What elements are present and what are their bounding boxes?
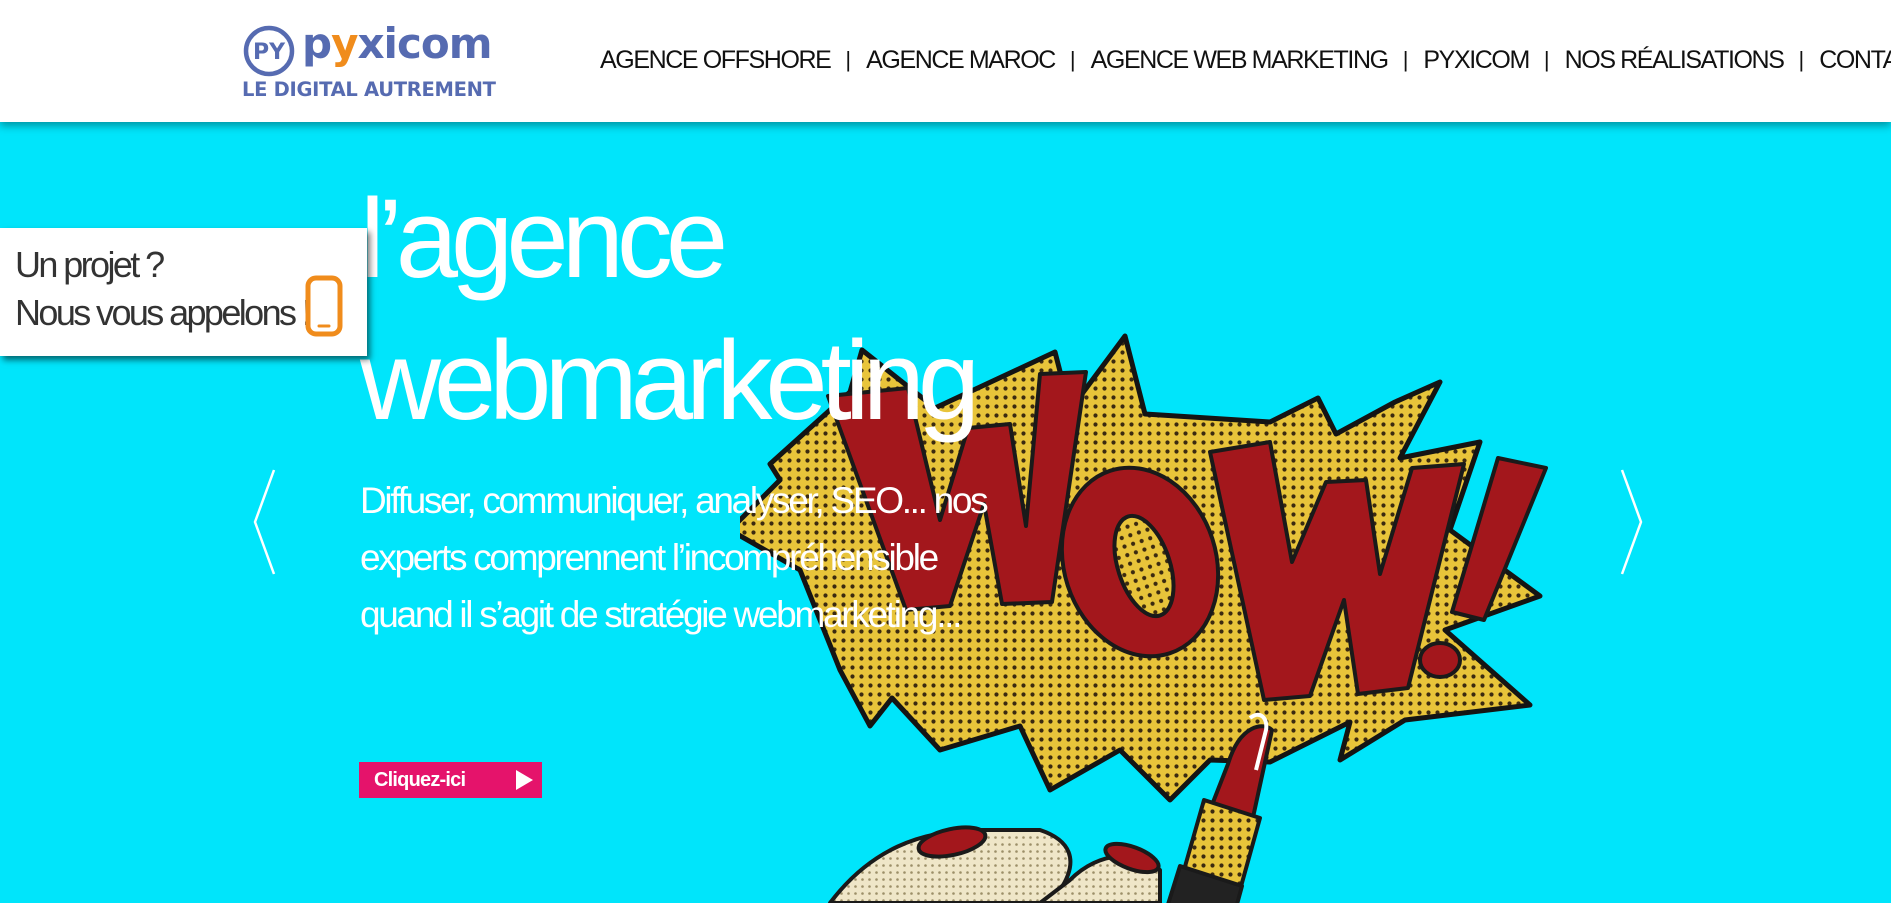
cliquez-ici-button[interactable]: Cliquez-ici bbox=[359, 762, 542, 798]
main-nav: AGENCE OFFSHORE | AGENCE MAROC | AGENCE … bbox=[600, 42, 1891, 78]
logo-wordmark-p: p bbox=[302, 19, 332, 68]
nav-separator: | bbox=[1402, 47, 1409, 72]
hero-description: Diffuser, communiquer, analyser, SEO... … bbox=[360, 480, 989, 635]
logo-wordmark: pyxicom bbox=[302, 18, 492, 70]
logo-badge-icon: PY bbox=[243, 25, 295, 77]
nav-separator: | bbox=[1798, 47, 1805, 72]
nav-agence-maroc[interactable]: AGENCE MAROC bbox=[866, 46, 1056, 75]
site-header: PY pyxicom LE DIGITAL AUTREMENT AGENCE O… bbox=[0, 0, 1891, 122]
pyxicom-logo[interactable]: PY pyxicom LE DIGITAL AUTREMENT bbox=[240, 19, 500, 102]
logo-badge-text: PY bbox=[253, 40, 286, 65]
nav-pyxicom[interactable]: PYXICOM bbox=[1423, 46, 1530, 75]
slider-prev-arrow-icon[interactable] bbox=[252, 468, 278, 576]
nav-separator: | bbox=[1543, 47, 1550, 72]
callback-request-tab[interactable]: Un projet ? Nous vous appelons ! bbox=[0, 228, 367, 356]
play-arrow-icon bbox=[516, 770, 533, 790]
nav-nos-realisations[interactable]: NOS RÉALISATIONS bbox=[1565, 46, 1785, 75]
hero-title-line-1: l’agence bbox=[360, 176, 728, 301]
callback-line-2: Nous vous appelons ! bbox=[15, 292, 312, 333]
logo-wordmark-y: y bbox=[331, 19, 358, 68]
smartphone-icon bbox=[305, 275, 343, 337]
nav-separator: | bbox=[1069, 47, 1076, 72]
nav-contact[interactable]: CONTACT bbox=[1819, 46, 1891, 75]
logo-wordmark-rest: xicom bbox=[357, 19, 492, 68]
nav-agence-offshore[interactable]: AGENCE OFFSHORE bbox=[600, 46, 832, 75]
logo-tagline: LE DIGITAL AUTREMENT bbox=[242, 78, 496, 101]
hero-title: l’agence webmarketing bbox=[360, 168, 980, 452]
hero-title-line-2: webmarketing bbox=[360, 318, 980, 443]
nav-separator: | bbox=[845, 47, 852, 72]
nav-agence-web-marketing[interactable]: AGENCE WEB MARKETING bbox=[1091, 46, 1389, 75]
cta-label: Cliquez-ici bbox=[374, 769, 466, 791]
slider-next-arrow-icon[interactable] bbox=[1618, 468, 1644, 576]
callback-line-1: Un projet ? bbox=[15, 244, 165, 285]
